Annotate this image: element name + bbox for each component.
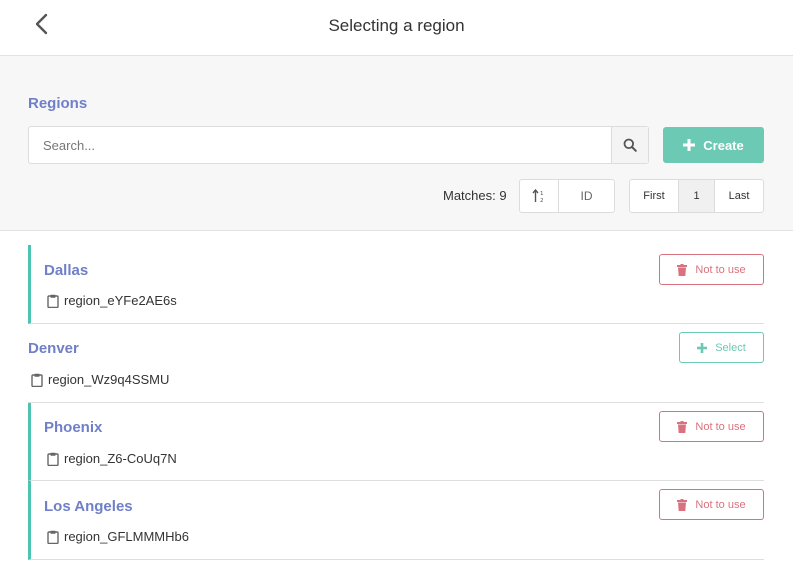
not-to-use-label: Not to use — [695, 420, 746, 433]
search-button[interactable] — [611, 127, 648, 163]
svg-text:1: 1 — [540, 191, 544, 197]
region-id: region_GFLMMMHb6 — [47, 529, 189, 544]
pagination-last[interactable]: Last — [715, 180, 763, 212]
svg-text:2: 2 — [540, 198, 544, 203]
plus-icon — [683, 139, 696, 151]
filter-panel: Regions Create Matches: 9 1 2 ID — [0, 56, 793, 231]
create-button[interactable]: Create — [663, 127, 764, 163]
search-icon — [623, 138, 637, 152]
list-item: Los Angeles region_GFLMMMHb6 Not to use — [28, 481, 764, 560]
search-box — [28, 126, 649, 164]
clipboard-icon — [31, 373, 43, 387]
top-bar: Selecting a region — [0, 0, 793, 56]
select-button[interactable]: Select — [679, 332, 764, 363]
region-id: region_eYFe2AE6s — [47, 293, 177, 308]
region-id-text: region_eYFe2AE6s — [64, 293, 177, 308]
select-label: Select — [715, 341, 746, 354]
region-name[interactable]: Los Angeles — [44, 498, 133, 515]
region-id-text: region_Z6-CoUq7N — [64, 451, 177, 466]
region-name[interactable]: Phoenix — [44, 419, 102, 436]
clipboard-icon — [47, 294, 59, 308]
pagination: First 1 Last — [629, 179, 764, 213]
sort-control: 1 2 ID — [519, 179, 615, 213]
trash-icon — [677, 420, 688, 433]
not-to-use-button[interactable]: Not to use — [659, 254, 764, 285]
sort-numeric-icon: 1 2 — [532, 189, 544, 203]
search-input[interactable] — [29, 127, 612, 163]
page-title: Selecting a region — [328, 16, 465, 35]
sort-order-button[interactable]: 1 2 — [520, 180, 559, 212]
region-id-text: region_GFLMMMHb6 — [64, 529, 189, 544]
plus-icon — [697, 342, 708, 353]
not-to-use-button[interactable]: Not to use — [659, 489, 764, 520]
not-to-use-label: Not to use — [695, 263, 746, 276]
trash-icon — [677, 498, 688, 511]
trash-icon — [677, 263, 688, 276]
region-name[interactable]: Denver — [28, 340, 79, 357]
not-to-use-label: Not to use — [695, 498, 746, 511]
clipboard-icon — [47, 530, 59, 544]
pagination-first[interactable]: First — [630, 180, 679, 212]
create-button-label: Create — [703, 137, 744, 153]
pagination-current-page[interactable]: 1 — [679, 180, 715, 212]
region-id: region_Wz9q4SSMU — [31, 372, 169, 387]
clipboard-icon — [47, 452, 59, 466]
region-id-text: region_Wz9q4SSMU — [48, 372, 170, 387]
not-to-use-button[interactable]: Not to use — [659, 411, 764, 442]
matches-count: Matches: 9 — [443, 188, 507, 203]
sort-field-select[interactable]: ID — [559, 180, 614, 212]
list-item: Dallas region_eYFe2AE6s Not to use — [28, 245, 764, 324]
section-title: Regions — [28, 95, 88, 112]
region-id: region_Z6-CoUq7N — [47, 451, 177, 466]
region-name[interactable]: Dallas — [44, 262, 88, 279]
list-item: Denver region_Wz9q4SSMU Select — [28, 324, 764, 403]
list-item: Phoenix region_Z6-CoUq7N Not to use — [28, 403, 764, 481]
